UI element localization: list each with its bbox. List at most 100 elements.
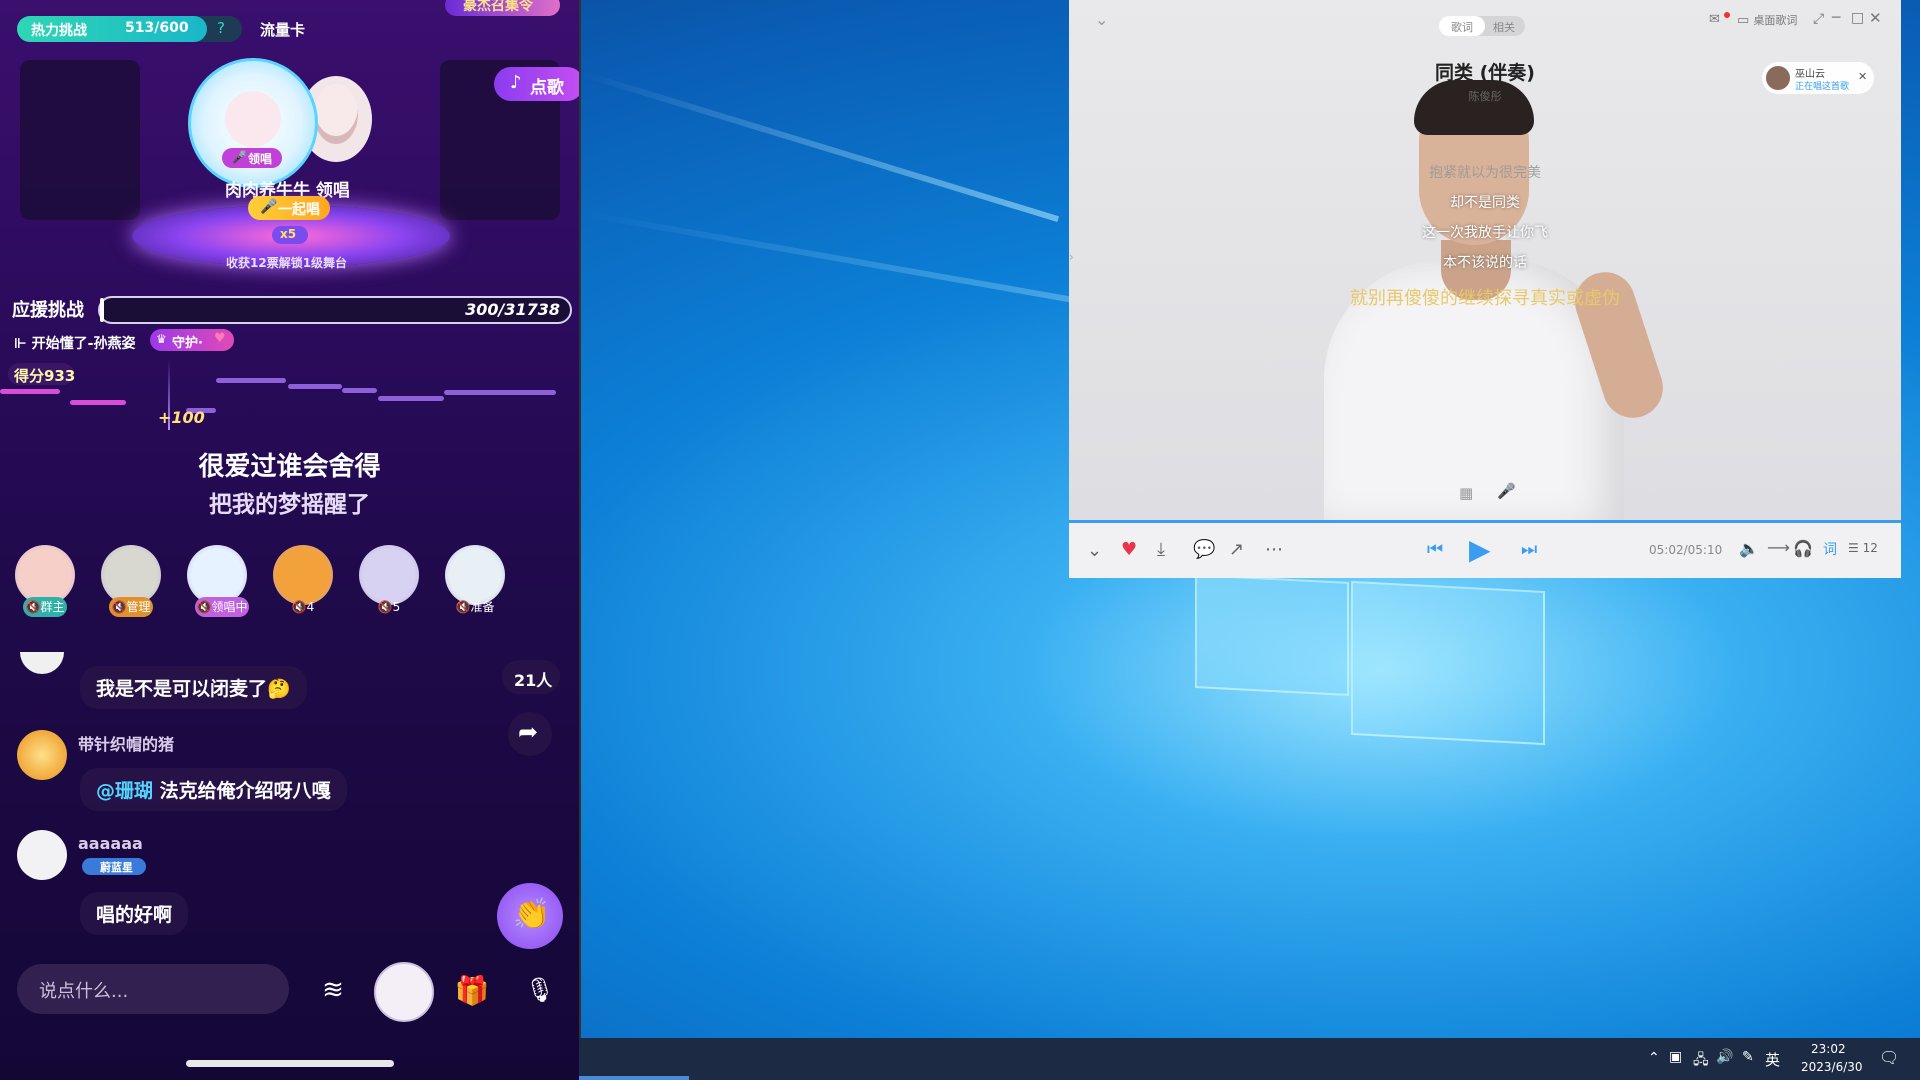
collapse-icon[interactable]: ⌄ xyxy=(1087,540,1102,561)
event-banner[interactable]: 豪杰召集令 xyxy=(445,0,560,16)
view-tabs: 歌词 相关 xyxy=(1439,16,1525,36)
action-center-icon[interactable]: 🗨 xyxy=(1879,1048,1899,1067)
mic-seat-avatar[interactable] xyxy=(359,545,419,605)
support-challenge-label: 应援挑战 xyxy=(12,300,84,321)
mic-seat-label: 🔇准备 xyxy=(455,600,495,614)
lead-singer-avatar[interactable] xyxy=(188,58,318,188)
support-progress-text: 300/31738 xyxy=(465,300,560,319)
mail-icon[interactable]: ✉ xyxy=(1709,12,1720,27)
chat-avatar[interactable] xyxy=(20,652,64,674)
lyric-line: 却不是同类 xyxy=(1450,195,1520,211)
pitch-bar xyxy=(342,388,377,393)
side-expand-icon[interactable]: › xyxy=(1069,250,1074,264)
clock-date[interactable]: 2023/6/30 xyxy=(1801,1060,1863,1074)
share-icon[interactable]: ↗ xyxy=(1229,539,1244,560)
online-count-badge[interactable]: 21人 xyxy=(502,660,560,694)
desktop-lyrics-button[interactable]: ▭ 桌面歌词 xyxy=(1737,12,1797,28)
taskbar: ⌃ ▣ 🖧 🔊 ✎ 英 23:02 2023/6/30 🗨 xyxy=(579,1038,1920,1080)
pitch-bar xyxy=(0,389,60,394)
pitch-bar xyxy=(288,384,342,389)
traffic-card-link[interactable]: 流量卡 xyxy=(260,19,305,40)
chat-avatar[interactable] xyxy=(17,730,67,780)
order-song-button[interactable]: ♪ 点歌 xyxy=(494,67,579,101)
light-beam xyxy=(579,210,1093,307)
mic-seat-avatar[interactable] xyxy=(273,545,333,605)
comment-icon[interactable]: 💬 xyxy=(1193,539,1215,560)
notification-dot xyxy=(1724,12,1730,18)
mic-seat-label: 🔇领唱中 xyxy=(195,597,249,617)
windows-logo xyxy=(1195,573,1545,746)
mic-seat-label: 🔇管理 xyxy=(109,597,153,617)
heart-icon[interactable]: ♥ xyxy=(1121,539,1137,560)
ime-indicator[interactable]: 英 xyxy=(1765,1049,1780,1070)
volume-icon[interactable]: 🔈 xyxy=(1739,539,1759,558)
time-display: 05:02/05:10 xyxy=(1649,543,1723,557)
chat-message: 唱的好啊 xyxy=(80,892,189,935)
pitch-bar xyxy=(70,400,126,405)
chat-input[interactable]: 说点什么... xyxy=(17,964,289,1014)
collapse-icon[interactable]: ⌄ xyxy=(1095,10,1108,29)
maximize-icon[interactable]: □ xyxy=(1851,10,1864,26)
chat-username[interactable]: 带针织帽的猪 xyxy=(78,731,174,755)
playlist-button[interactable]: ☰ 12 xyxy=(1848,541,1878,555)
previous-icon[interactable]: ⏮ xyxy=(1427,539,1443,560)
user-badge: 蔚蓝星 xyxy=(82,858,146,875)
heat-challenge-bar[interactable]: 热力挑战 513/600 ? xyxy=(17,16,242,42)
chat-input-placeholder: 说点什么... xyxy=(39,981,129,1002)
chat-message: @珊瑚 法克给俺介绍呀八嘎 xyxy=(80,768,347,811)
stage-caption: 收获12票解锁1级舞台 xyxy=(226,256,348,270)
song-label: ⊩ 开始懂了-孙燕姿 xyxy=(14,336,136,352)
mention[interactable]: @珊瑚 xyxy=(96,780,153,802)
volume-icon[interactable]: 🔊 xyxy=(1716,1049,1733,1065)
mic-seat-avatar[interactable] xyxy=(187,545,247,605)
show-hidden-icons[interactable]: ⌃ xyxy=(1648,1050,1660,1066)
listener-avatar xyxy=(1766,66,1790,90)
mic-seat-avatar[interactable] xyxy=(101,545,161,605)
music-note-icon: ♪ xyxy=(510,72,522,93)
tab-related[interactable]: 相关 xyxy=(1493,19,1515,35)
mic-seat-avatar[interactable] xyxy=(15,545,75,605)
gift-icon[interactable]: 🎁 xyxy=(452,970,492,1010)
tab-lyrics[interactable]: 歌词 xyxy=(1439,16,1485,36)
download-icon[interactable]: ⤓ xyxy=(1157,539,1165,560)
windows-logo-pane xyxy=(1195,573,1349,697)
network-icon[interactable]: 🖧 xyxy=(1693,1049,1709,1073)
lyric-line: 这一次我放手让你飞 xyxy=(1422,225,1548,241)
gift-multiplier-badge: x5 xyxy=(272,226,308,244)
play-icon[interactable]: ▶ xyxy=(1469,533,1491,566)
chat-avatar[interactable] xyxy=(17,830,67,880)
mic-muted-icon[interactable]: 🎙 xyxy=(520,970,560,1010)
pen-icon[interactable]: ✎ xyxy=(1742,1049,1754,1065)
lyrics-icon[interactable]: 词 xyxy=(1823,539,1837,559)
sing-together-button[interactable]: 🎤 一起唱 xyxy=(248,196,330,220)
help-icon[interactable]: ? xyxy=(217,19,225,37)
guard-badge[interactable]: ♛ 守护· ♥ xyxy=(150,329,234,351)
microphone-icon: 🎤 xyxy=(260,199,278,215)
listener-card[interactable]: 巫山云 正在唱这首歌 ✕ xyxy=(1762,62,1874,94)
chat-message-text: 法克给俺介绍呀八嘎 xyxy=(159,780,331,802)
applause-button[interactable]: 👏 xyxy=(497,883,563,949)
my-avatar[interactable] xyxy=(374,962,434,1022)
current-lyric-line: 就别再傻傻的继续探寻真实或虚伪 xyxy=(1350,288,1620,309)
fullscreen-icon[interactable]: ⤢ xyxy=(1813,11,1824,27)
monitor-icon[interactable]: ▣ xyxy=(1669,1049,1682,1065)
heat-challenge-progress: 513/600 xyxy=(125,20,189,36)
mic-seat-avatar[interactable] xyxy=(445,545,505,605)
layers-icon[interactable]: ≋ xyxy=(315,972,351,1008)
close-icon[interactable]: ✕ xyxy=(1858,70,1867,83)
playback-controls: ⌄ ♥ ⤓ 💬 ↗ ⋯ ⏮ ▶ ⏭ 05:02/05:10 🔈 ⟶ 🎧 词 ☰ … xyxy=(1069,520,1901,578)
music-player-window: ⌄ 歌词 相关 ✉ ▭ 桌面歌词 ⤢ ─ □ ✕ 同类 (伴奏) 陈俊彤 巫山云… xyxy=(1069,0,1901,578)
chat-username[interactable]: aaaaaa xyxy=(78,834,143,853)
support-progress-bar[interactable]: 300/31738 xyxy=(98,296,572,324)
share-button[interactable]: ➦ xyxy=(508,712,552,756)
microphone-icon[interactable]: 🎤 xyxy=(1497,482,1516,500)
video-icon[interactable]: ▦ xyxy=(1459,484,1473,502)
headphones-icon[interactable]: 🎧 xyxy=(1793,539,1813,558)
more-icon[interactable]: ⋯ xyxy=(1265,539,1283,560)
lead-badge: 🎤 领唱 xyxy=(222,148,282,168)
minimize-icon[interactable]: ─ xyxy=(1832,10,1840,26)
close-icon[interactable]: ✕ xyxy=(1869,9,1882,27)
clock-time[interactable]: 23:02 xyxy=(1811,1042,1846,1056)
mode-icon[interactable]: ⟶ xyxy=(1767,538,1790,557)
next-icon[interactable]: ⏭ xyxy=(1521,539,1537,560)
